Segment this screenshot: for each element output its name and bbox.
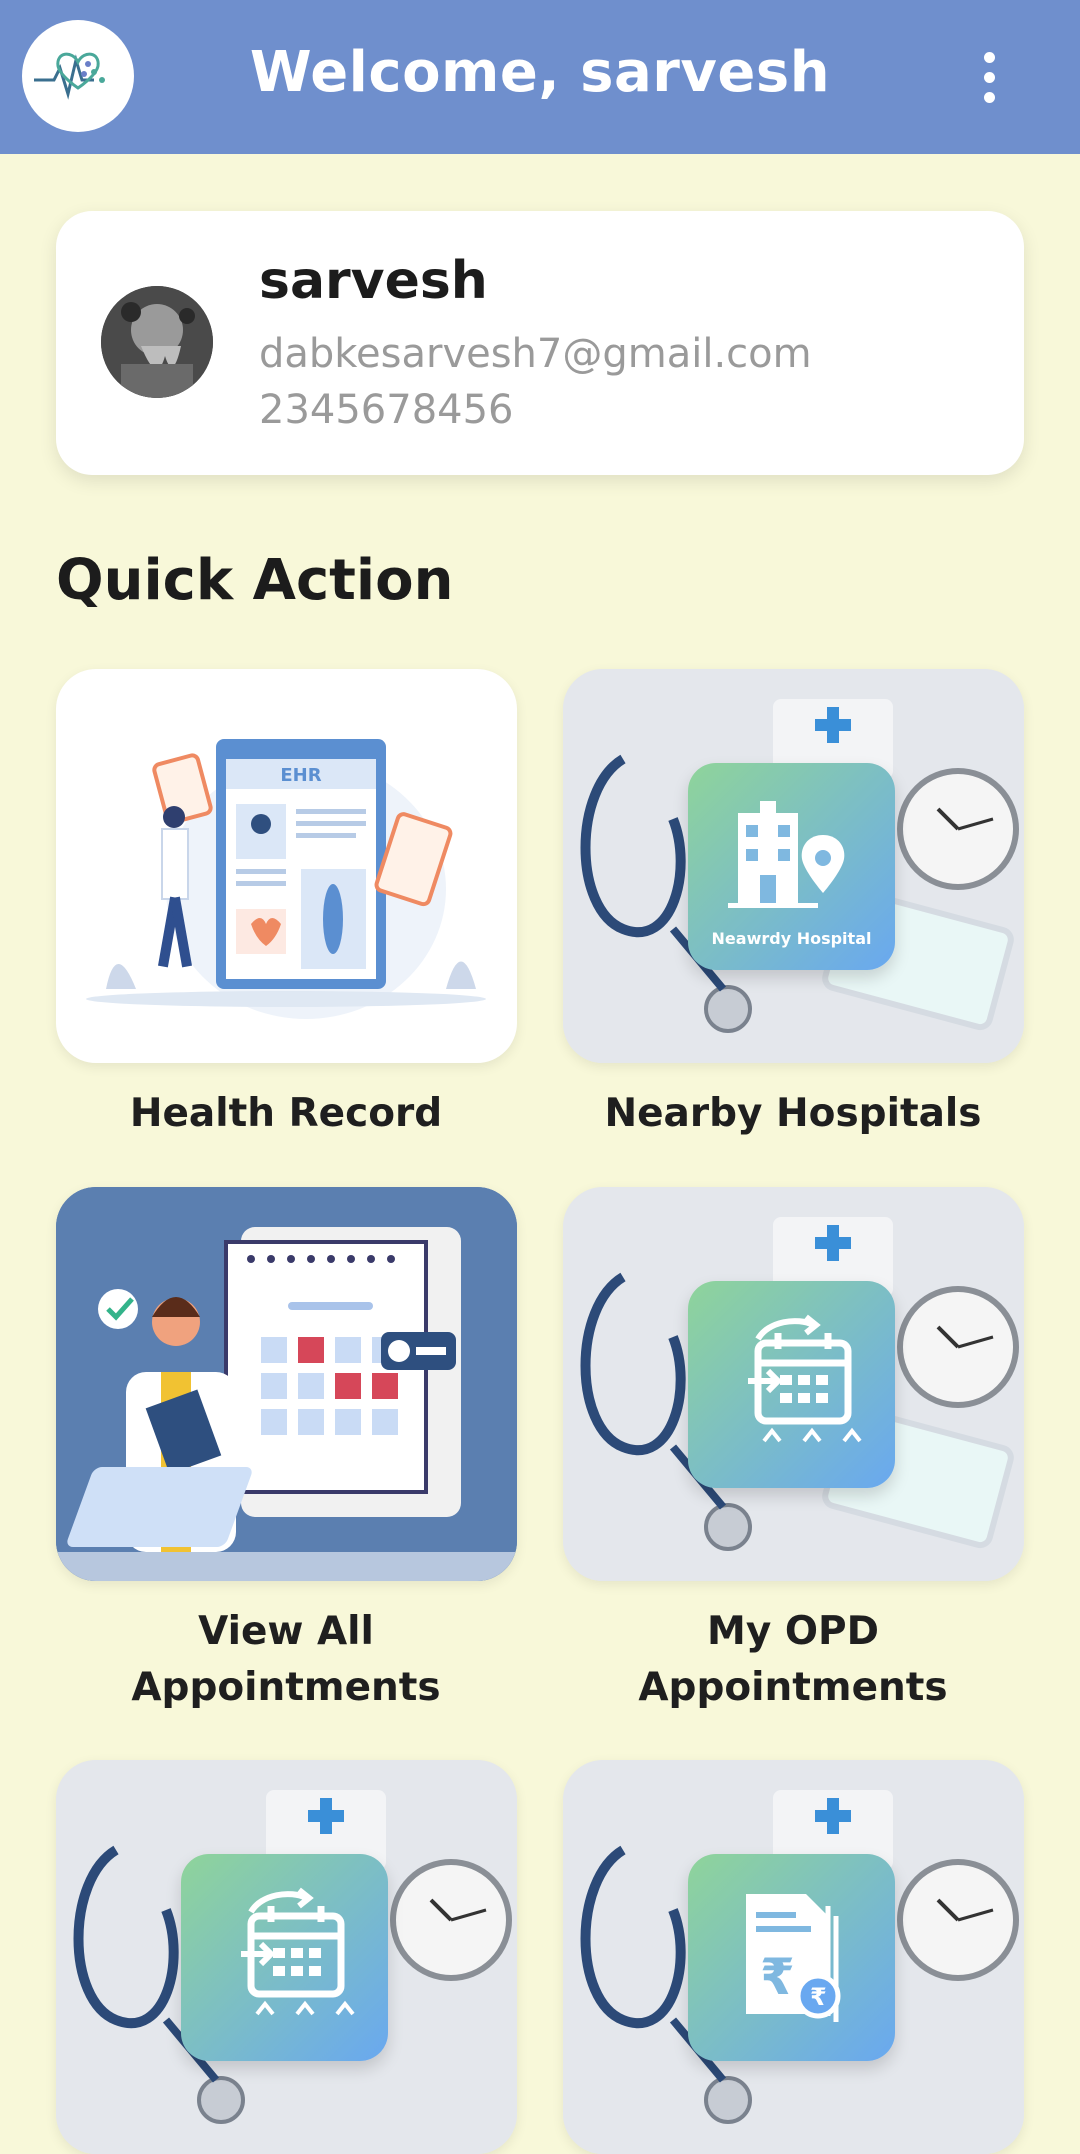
profile-phone: 2345678456 bbox=[259, 387, 514, 433]
rupee-bill-icon: ₹ ₹ bbox=[688, 1854, 895, 2061]
my-opd-appointments-label: My OPD Appointments bbox=[533, 1604, 1053, 1716]
profile-card[interactable]: sarvesh dabkesarvesh7@gmail.com 23456784… bbox=[56, 211, 1024, 475]
view-all-appointments-label: View All Appointments bbox=[26, 1604, 546, 1716]
label-line-1: My OPD bbox=[707, 1609, 879, 1654]
health-record-label: Health Record bbox=[129, 1091, 443, 1136]
ehr-illustration-icon: EHR bbox=[86, 739, 486, 1019]
health-record-tile[interactable]: EHR bbox=[56, 669, 517, 1063]
label-line-2: Appointments bbox=[638, 1665, 948, 1710]
quick-action-title: Quick Action bbox=[56, 548, 454, 613]
appointment-tile[interactable] bbox=[56, 1760, 517, 2154]
nearby-hospitals-label: Nearby Hospitals bbox=[604, 1091, 982, 1136]
view-all-appointments-tile[interactable] bbox=[56, 1187, 517, 1581]
nearby-hospitals-tile[interactable]: Neawrdy Hospital bbox=[563, 669, 1024, 1063]
more-vertical-icon[interactable] bbox=[970, 48, 1010, 108]
profile-name: sarvesh bbox=[259, 251, 488, 311]
hospital-badge-label: Neawrdy Hospital bbox=[711, 929, 872, 948]
svg-text:₹: ₹ bbox=[760, 1948, 795, 2006]
calendar-appointment-icon bbox=[181, 1854, 388, 2061]
svg-text:₹: ₹ bbox=[810, 1983, 827, 2011]
app-bar: Welcome, sarvesh bbox=[0, 0, 1080, 154]
billing-tile[interactable]: ₹ ₹ bbox=[563, 1760, 1024, 2154]
profile-email: dabkesarvesh7@gmail.com bbox=[259, 331, 812, 377]
page-title: Welcome, sarvesh bbox=[249, 40, 831, 105]
hospital-location-icon: Neawrdy Hospital bbox=[688, 763, 895, 970]
calendar-appointment-icon bbox=[688, 1281, 895, 1488]
doctor-calendar-illustration-icon bbox=[56, 1187, 517, 1581]
label-line-2: Appointments bbox=[131, 1665, 441, 1710]
svg-text:EHR: EHR bbox=[280, 765, 321, 786]
avatar bbox=[101, 286, 213, 398]
label-line-1: View All bbox=[198, 1609, 374, 1654]
my-opd-appointments-tile[interactable] bbox=[563, 1187, 1024, 1581]
